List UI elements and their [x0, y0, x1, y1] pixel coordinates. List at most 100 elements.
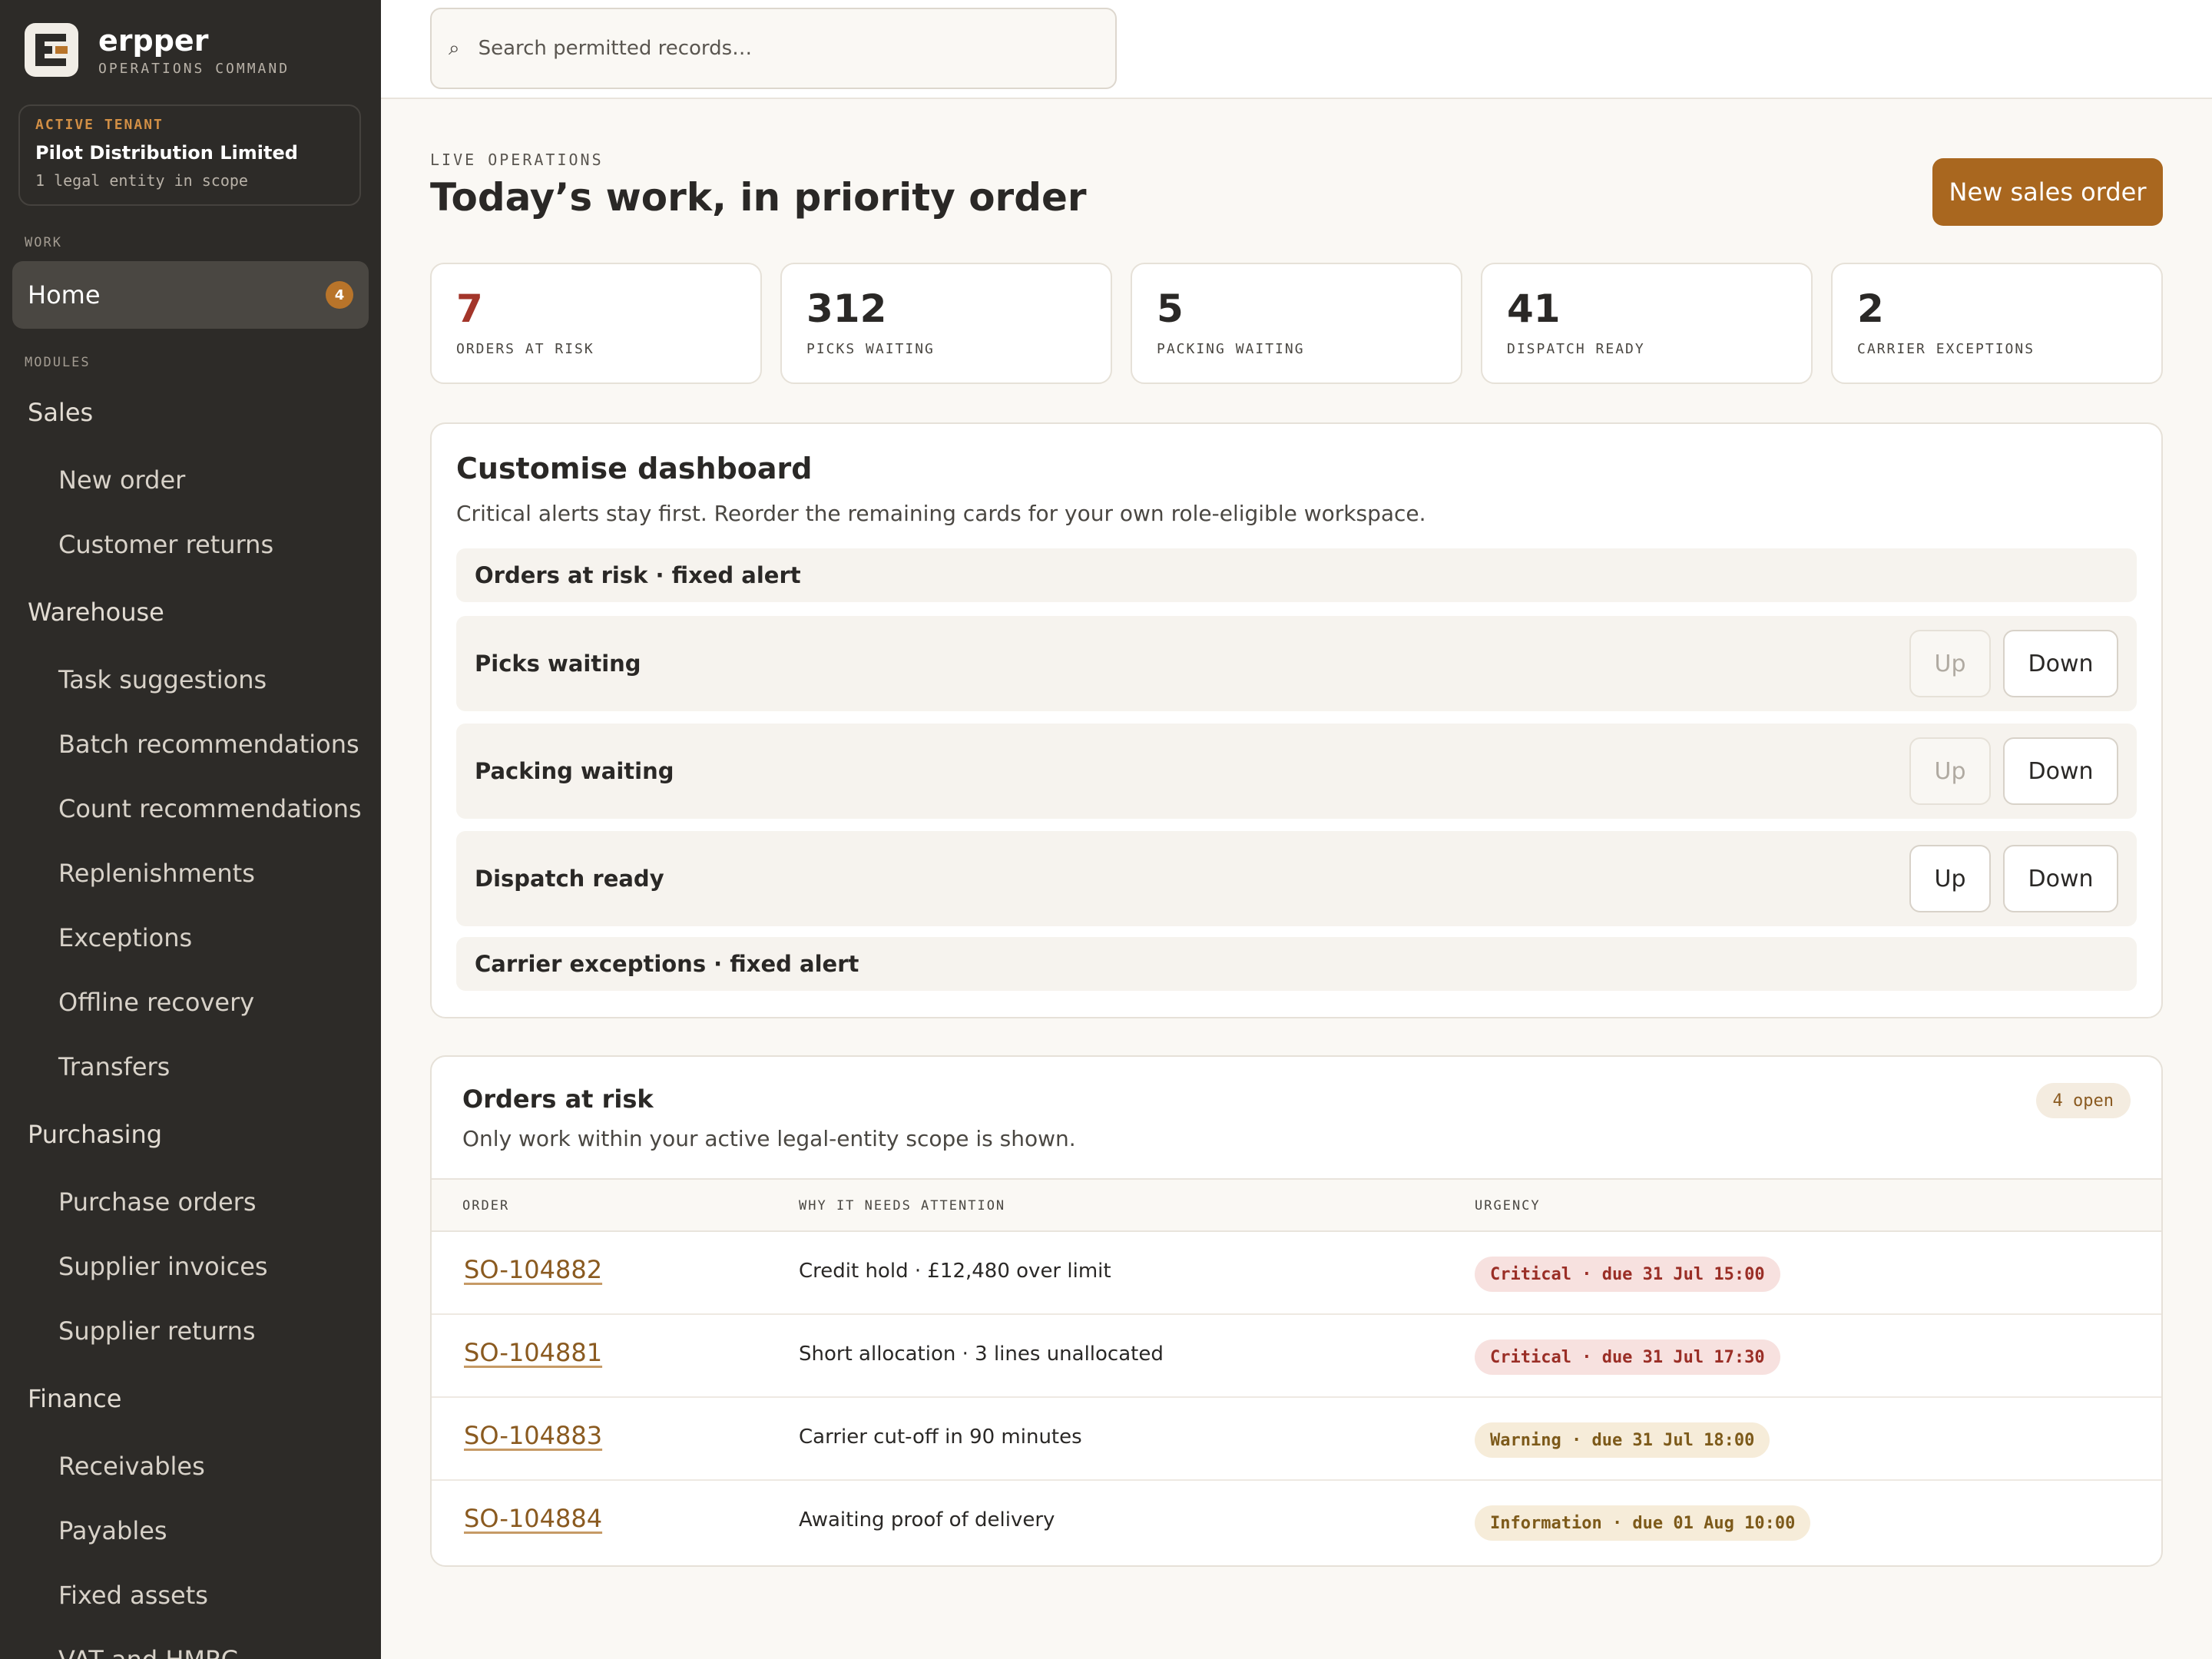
panel-description: Only work within your active legal-entit…	[462, 1126, 1076, 1151]
urgency-badge: Critical · due 31 Jul 17:30	[1475, 1339, 1780, 1375]
row-label: Orders at risk · fixed alert	[475, 562, 801, 588]
home-count-badge: 4	[326, 281, 353, 309]
nav-section-modules: MODULES	[25, 355, 91, 370]
move-up-button[interactable]: Up	[1909, 630, 1991, 697]
tenant-label: ACTIVE TENANT	[35, 117, 164, 133]
sidebar-group-warehouse[interactable]: Warehouse	[28, 598, 164, 627]
sidebar-item-home[interactable]: Home 4	[12, 261, 369, 329]
tenant-switcher[interactable]: ACTIVE TENANT Pilot Distribution Limited…	[18, 104, 361, 206]
stat-value: 5	[1157, 286, 1184, 331]
brand[interactable]: erpper OPERATIONS COMMAND	[25, 23, 290, 77]
move-down-button[interactable]: Down	[2003, 630, 2118, 697]
brand-name: erpper	[98, 23, 209, 58]
order-link[interactable]: SO-104884	[464, 1504, 602, 1533]
sidebar-item-vat-and-hmrc[interactable]: VAT and HMRC	[58, 1645, 238, 1659]
panel-description: Critical alerts stay first. Reorder the …	[456, 501, 1426, 526]
urgency-badge: Warning · due 31 Jul 18:00	[1475, 1422, 1770, 1458]
stat-label: PICKS WAITING	[806, 341, 935, 357]
sidebar-item-offline-recovery[interactable]: Offline recovery	[58, 988, 254, 1017]
tenant-scope: 1 legal entity in scope	[35, 171, 248, 190]
table-row: SO-104884 Awaiting proof of delivery Inf…	[432, 1481, 2161, 1564]
move-up-button[interactable]: Up	[1909, 845, 1991, 912]
attention-reason: Awaiting proof of delivery	[799, 1508, 1055, 1532]
sidebar-item-new-order[interactable]: New order	[58, 465, 185, 495]
column-header-order: ORDER	[462, 1198, 510, 1214]
stat-value: 312	[806, 286, 887, 331]
order-link[interactable]: SO-104882	[464, 1255, 602, 1284]
column-header-urgency: URGENCY	[1475, 1198, 1541, 1214]
table-row: SO-104883 Carrier cut-off in 90 minutes …	[432, 1398, 2161, 1481]
stat-label: DISPATCH READY	[1507, 341, 1645, 357]
customise-dashboard-panel: Customise dashboard Critical alerts stay…	[430, 422, 2163, 1018]
search-box[interactable]: ⌕	[430, 8, 1117, 89]
sidebar-item-purchase-orders[interactable]: Purchase orders	[58, 1187, 256, 1217]
search-icon: ⌕	[449, 36, 460, 60]
sidebar-item-exceptions[interactable]: Exceptions	[58, 923, 192, 952]
urgency-badge: Critical · due 31 Jul 15:00	[1475, 1257, 1780, 1292]
sidebar-item-batch-recommendations[interactable]: Batch recommendations	[58, 730, 359, 759]
stat-card-carrier-exceptions[interactable]: 2 CARRIER EXCEPTIONS	[1831, 263, 2163, 384]
sidebar-item-customer-returns[interactable]: Customer returns	[58, 530, 273, 559]
order-link[interactable]: SO-104883	[464, 1421, 602, 1450]
stat-label: PACKING WAITING	[1157, 341, 1305, 357]
attention-reason: Carrier cut-off in 90 minutes	[799, 1426, 1082, 1449]
dashboard-card-row: Picks waiting Up Down	[456, 616, 2137, 711]
dashboard-card-row: Orders at risk · fixed alert	[456, 548, 2137, 602]
new-sales-order-button[interactable]: New sales order	[1932, 158, 2163, 226]
row-label: Packing waiting	[475, 758, 674, 784]
stat-value: 41	[1507, 286, 1561, 331]
panel-title: Orders at risk	[462, 1084, 654, 1114]
urgency-badge: Information · due 01 Aug 10:00	[1475, 1505, 1811, 1541]
stat-cards: 7 ORDERS AT RISK 312 PICKS WAITING 5 PAC…	[430, 263, 2163, 384]
search-input[interactable]	[476, 36, 1064, 61]
stat-value: 2	[1857, 286, 1884, 331]
sidebar-group-sales[interactable]: Sales	[28, 398, 93, 427]
stat-value: 7	[456, 286, 483, 331]
sidebar-item-payables[interactable]: Payables	[58, 1516, 167, 1545]
table-header: ORDER WHY IT NEEDS ATTENTION URGENCY	[432, 1178, 2161, 1232]
sidebar-item-fixed-assets[interactable]: Fixed assets	[58, 1581, 208, 1610]
page-eyebrow: LIVE OPERATIONS	[430, 151, 604, 169]
logo-icon	[25, 23, 78, 77]
move-down-button[interactable]: Down	[2003, 737, 2118, 805]
row-label: Dispatch ready	[475, 866, 664, 892]
stat-label: CARRIER EXCEPTIONS	[1857, 341, 2035, 357]
sidebar-item-label: Home	[28, 280, 101, 310]
row-label: Carrier exceptions · fixed alert	[475, 951, 859, 977]
sidebar-item-replenishments[interactable]: Replenishments	[58, 859, 255, 888]
dashboard-card-row: Dispatch ready Up Down	[456, 831, 2137, 926]
sidebar-item-supplier-invoices[interactable]: Supplier invoices	[58, 1252, 268, 1281]
attention-reason: Credit hold · £12,480 over limit	[799, 1260, 1111, 1283]
move-up-button[interactable]: Up	[1909, 737, 1991, 805]
tenant-name: Pilot Distribution Limited	[35, 142, 298, 164]
sidebar-item-task-suggestions[interactable]: Task suggestions	[58, 665, 267, 694]
stat-label: ORDERS AT RISK	[456, 341, 594, 357]
column-header-why: WHY IT NEEDS ATTENTION	[799, 1198, 1006, 1214]
sidebar-item-count-recommendations[interactable]: Count recommendations	[58, 794, 362, 823]
stat-card-packing-waiting[interactable]: 5 PACKING WAITING	[1131, 263, 1462, 384]
brand-subtitle: OPERATIONS COMMAND	[98, 60, 290, 77]
open-count-badge: 4 open	[2035, 1083, 2131, 1118]
orders-at-risk-panel: Orders at risk Only work within your act…	[430, 1055, 2163, 1567]
stat-card-orders-at-risk[interactable]: 7 ORDERS AT RISK	[430, 263, 762, 384]
sidebar-item-transfers[interactable]: Transfers	[58, 1052, 170, 1081]
order-link[interactable]: SO-104881	[464, 1338, 602, 1367]
dashboard-card-row: Carrier exceptions · fixed alert	[456, 937, 2137, 991]
stat-card-picks-waiting[interactable]: 312 PICKS WAITING	[780, 263, 1112, 384]
table-row: SO-104881 Short allocation · 3 lines una…	[432, 1315, 2161, 1398]
nav-section-work: WORK	[25, 235, 62, 250]
attention-reason: Short allocation · 3 lines unallocated	[799, 1343, 1164, 1366]
page-title: Today’s work, in priority order	[430, 175, 1087, 220]
dashboard-card-row: Packing waiting Up Down	[456, 724, 2137, 819]
move-down-button[interactable]: Down	[2003, 845, 2118, 912]
sidebar-item-receivables[interactable]: Receivables	[58, 1452, 205, 1481]
topbar: ⌕	[381, 0, 2212, 99]
sidebar-group-purchasing[interactable]: Purchasing	[28, 1120, 162, 1149]
panel-title: Customise dashboard	[456, 452, 813, 485]
table-row: SO-104882 Credit hold · £12,480 over lim…	[432, 1232, 2161, 1315]
row-label: Picks waiting	[475, 651, 641, 677]
sidebar-item-supplier-returns[interactable]: Supplier returns	[58, 1316, 256, 1346]
sidebar-group-finance[interactable]: Finance	[28, 1384, 121, 1413]
stat-card-dispatch-ready[interactable]: 41 DISPATCH READY	[1481, 263, 1813, 384]
sidebar: erpper OPERATIONS COMMAND ACTIVE TENANT …	[0, 0, 381, 1659]
